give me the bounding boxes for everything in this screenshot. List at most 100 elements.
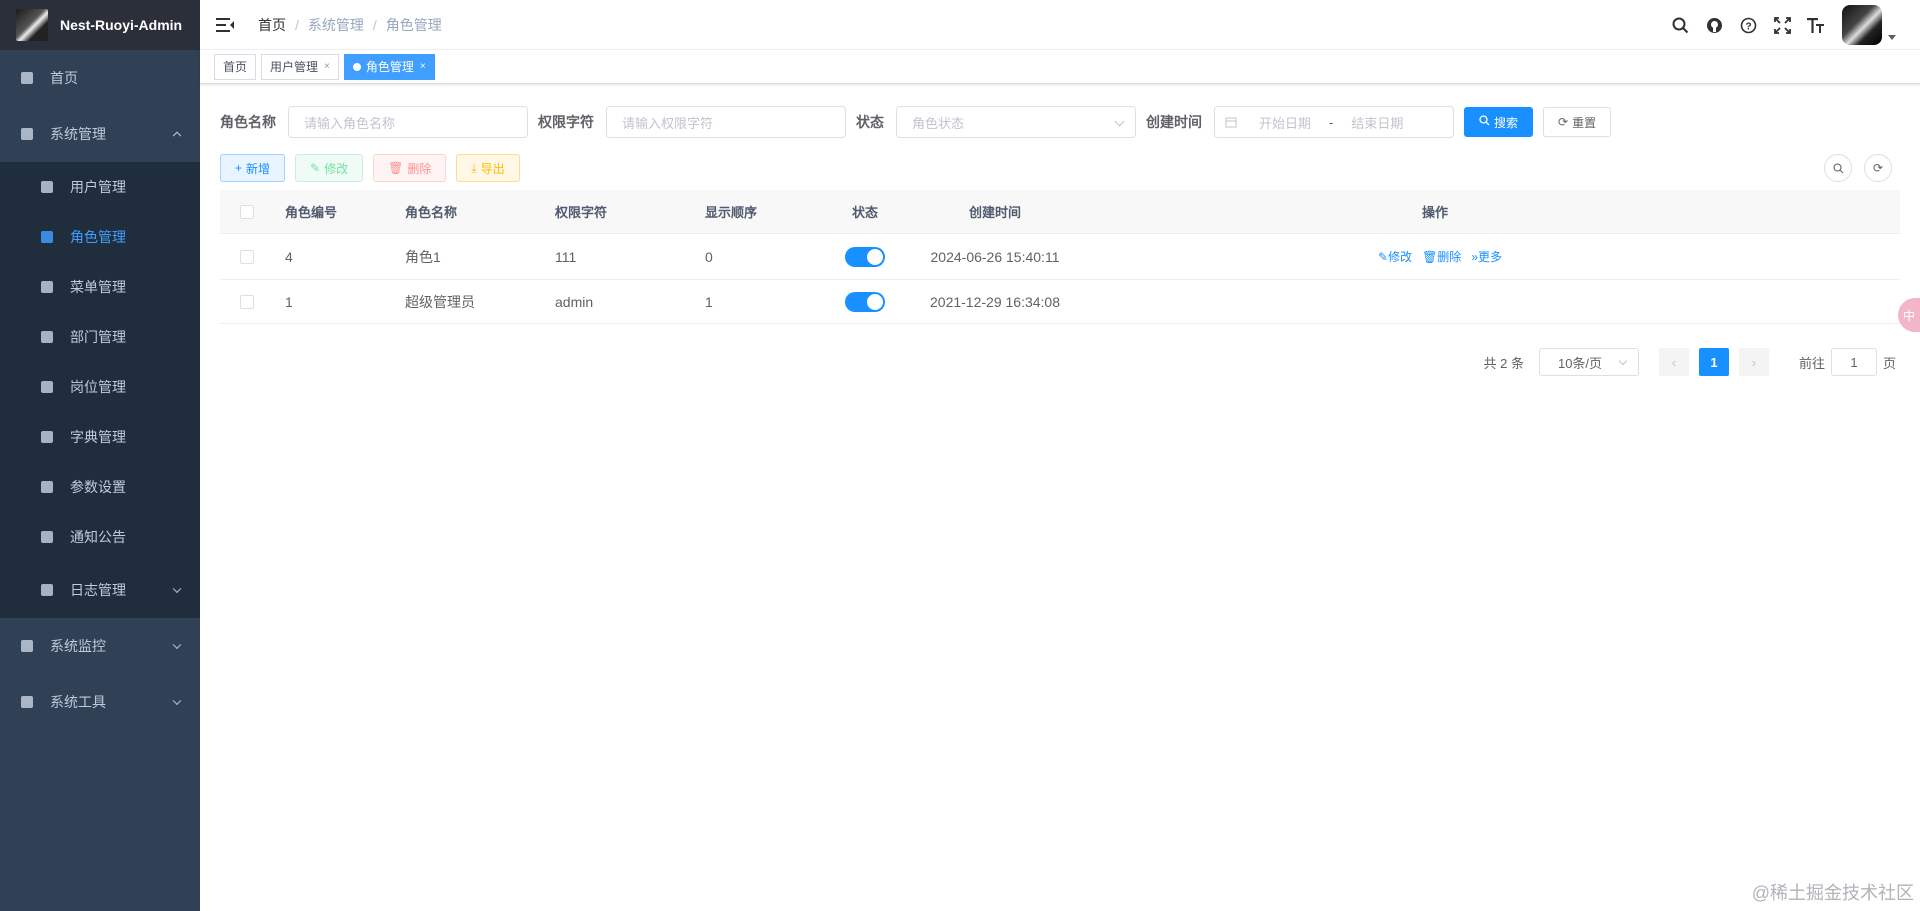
log-icon [40,583,54,597]
sidebar-item-role[interactable]: 角色管理 [0,212,200,262]
caret-down-icon[interactable] [1888,34,1896,40]
sidebar-item-dict[interactable]: 字典管理 [0,412,200,462]
edit-button[interactable]: ✎ 修改 [295,154,364,182]
tag-home[interactable]: 首页 [214,53,257,80]
start-date-placeholder: 开始日期 [1258,115,1311,131]
page-size-value: 10条/页 [1557,355,1603,371]
role-sort-cell: 0 [705,248,713,265]
role-table: 角色编号 角色名称 权限字符 显示顺序 状态 创建时间 操作 4 角色1 111… [220,190,1900,324]
logo-area[interactable]: Nest-Ruoyi-Admin [0,0,200,50]
peoples-icon [40,230,54,244]
tag-label: 首页 [223,59,248,74]
button-label: 重置 [1572,115,1597,130]
sidebar-item-label: 用户管理 [70,179,126,195]
sidebar-item-notice[interactable]: 通知公告 [0,512,200,562]
question-icon[interactable]: ? [1738,15,1758,35]
right-menu: ? [1656,0,1896,50]
sidebar-item-user[interactable]: 用户管理 [0,162,200,212]
float-label: 中 [1902,308,1915,323]
sidebar-item-dept[interactable]: 部门管理 [0,312,200,362]
close-icon[interactable]: × [324,55,330,79]
date-range-picker[interactable]: 开始日期 - 结束日期 [1214,106,1454,138]
edit-icon: ✎ [310,161,321,175]
fullscreen-icon[interactable] [1772,15,1792,35]
goto-page-input[interactable]: 1 [1830,348,1877,376]
page-number-current[interactable]: 1 [1698,348,1729,376]
plus-icon: + [235,161,243,175]
avatar[interactable] [1842,5,1882,45]
role-name-cell: 超级管理员 [405,293,475,310]
breadcrumb-separator: / [295,16,299,33]
page-size-select[interactable]: 10条/页 [1538,348,1639,376]
role-name-input[interactable]: 请输入角色名称 [288,106,528,138]
toggle-search-button[interactable] [1824,154,1852,182]
sidebar-item-home[interactable]: 首页 [0,50,200,106]
status-switch[interactable] [845,246,885,267]
sidebar-item-log[interactable]: 日志管理 [0,562,200,618]
sidebar-item-system[interactable]: 系统管理 [0,106,200,162]
next-page-button[interactable]: › [1738,348,1769,376]
breadcrumb-separator: / [372,16,377,33]
row-delete-link[interactable]: 🗑删除 [1422,248,1461,265]
row-more-link[interactable]: »更多 [1471,248,1502,265]
tree-table-icon [40,280,54,294]
sidebar-item-tool[interactable]: 系统工具 [0,674,200,730]
navbar: 首页 / 系统管理 / 角色管理 ? [200,0,1920,50]
header-cell: 创建时间 [968,205,1021,220]
sidebar-item-label: 部门管理 [70,329,126,345]
created-time-cell: 2024-06-26 15:40:11 [930,248,1060,265]
github-icon[interactable] [1704,15,1724,35]
logo-image [16,9,48,41]
hamburger-icon[interactable] [216,17,234,32]
main-area: 首页 / 系统管理 / 角色管理 ? 首页 用户管理 × 角色管理 × 角色名称… [200,0,1920,911]
button-label: 搜索 [1494,115,1519,130]
refresh-icon: ⟳ [1872,161,1884,175]
gear-icon [20,127,34,141]
tag-role[interactable]: 角色管理 × [343,53,435,80]
delete-button[interactable]: 🗑 删除 [373,154,447,182]
row-edit-link[interactable]: ✎修改 [1378,248,1412,265]
search-button[interactable]: 搜索 [1464,107,1534,137]
row-checkbox[interactable] [240,294,254,309]
calendar-icon [1225,117,1237,128]
add-button[interactable]: + 新增 [220,154,286,182]
status-switch[interactable] [845,291,885,312]
tree-icon [40,330,54,344]
chevron-down-icon [172,584,182,594]
page-jumper: 前往 1 页 [1799,348,1896,376]
font-size-icon[interactable] [1806,15,1826,35]
refresh-button[interactable]: ⟳ [1864,154,1892,182]
button-label: 导出 [480,161,505,176]
table-header: 角色编号 角色名称 权限字符 显示顺序 状态 创建时间 操作 [220,190,1900,234]
sidebar-item-monitor[interactable]: 系统监控 [0,618,200,674]
select-all-checkbox[interactable] [240,204,254,219]
sidebar-item-menu[interactable]: 菜单管理 [0,262,200,312]
search-form: 角色名称 请输入角色名称 权限字符 请输入权限字符 状态 角色状态 创建时间 开… [220,106,1900,138]
breadcrumb-item[interactable]: 首页 [258,15,286,35]
search-icon[interactable] [1670,15,1690,35]
header-cell: 状态 [851,205,878,220]
role-key-input[interactable]: 请输入权限字符 [606,106,846,138]
chevron-right-icon: › [1751,354,1757,370]
sidebar-item-post[interactable]: 岗位管理 [0,362,200,412]
close-icon[interactable]: × [420,55,426,79]
row-select-cell [220,294,285,309]
export-button[interactable]: ⤓ 导出 [456,154,520,182]
sidebar-item-config[interactable]: 参数设置 [0,462,200,512]
prev-page-button[interactable]: ‹ [1658,348,1689,376]
system-submenu: 用户管理 角色管理 菜单管理 部门管理 岗位管理 字典管理 参数设置 通知公告 [0,162,200,618]
chevron-down-icon [172,696,182,706]
link-label: 更多 [1478,250,1503,264]
reset-button[interactable]: ⟳ 重置 [1543,107,1612,137]
status-cell [815,291,915,312]
row-select-cell [220,249,285,264]
header-cell: 操作 [1421,205,1448,220]
button-label: 删除 [407,161,432,176]
dashboard-icon [20,71,34,85]
role-key-label: 权限字符 [538,114,594,130]
row-checkbox[interactable] [240,249,254,264]
header-cell: 显示顺序 [705,205,758,220]
tag-user[interactable]: 用户管理 × [261,53,339,80]
status-select[interactable]: 角色状态 [896,106,1136,138]
app-title: Nest-Ruoyi-Admin [60,17,183,33]
